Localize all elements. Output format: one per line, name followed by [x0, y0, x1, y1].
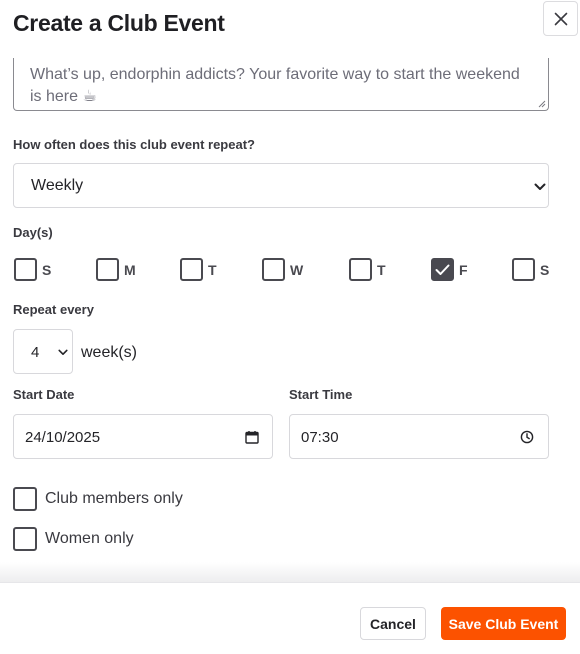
day-letter: F — [459, 261, 468, 278]
start-time-value: 07:30 — [301, 429, 339, 446]
day-letter: S — [540, 261, 550, 278]
repeat-unit: week(s) — [81, 344, 138, 361]
days-label: Day(s) — [13, 225, 53, 240]
repeat-every-value: 4 — [31, 344, 40, 361]
checkmark-icon — [435, 264, 450, 275]
modal-title: Create a Club Event — [13, 10, 225, 36]
chevron-down-icon — [534, 183, 546, 190]
day-checkbox-saturday[interactable]: S — [512, 258, 549, 281]
close-button[interactable] — [543, 1, 578, 36]
checkbox[interactable] — [13, 527, 37, 551]
cancel-button[interactable]: Cancel — [360, 607, 426, 640]
day-checkbox-tuesday[interactable]: T — [180, 258, 217, 281]
checkbox[interactable] — [349, 258, 372, 281]
day-checkbox-thursday[interactable]: T — [349, 258, 386, 281]
repeat-every-select[interactable]: 4 — [13, 329, 73, 374]
repeat-every-label: Repeat every — [13, 302, 94, 317]
repeat-label: How often does this club event repeat? — [13, 137, 255, 152]
day-checkbox-monday[interactable]: M — [96, 258, 136, 281]
day-letter: W — [290, 261, 304, 278]
repeat-select[interactable]: Weekly — [13, 163, 549, 208]
day-checkbox-wednesday[interactable]: W — [262, 258, 303, 281]
clock-icon[interactable] — [520, 430, 534, 444]
day-letter: S — [42, 261, 52, 278]
save-club-event-button[interactable]: Save Club Event — [441, 607, 566, 640]
checkbox[interactable] — [512, 258, 535, 281]
calendar-icon[interactable] — [245, 430, 259, 444]
day-letter: T — [377, 261, 386, 278]
start-date-value: 24/10/2025 — [25, 429, 101, 446]
description-placeholder: What’s up, endorphin addicts? Your favor… — [30, 66, 520, 105]
chevron-down-icon — [58, 349, 68, 355]
resize-grip-icon[interactable] — [538, 100, 546, 108]
start-time-input[interactable]: 07:30 — [289, 414, 549, 459]
footer-shadow — [0, 562, 580, 582]
checkbox-checked[interactable] — [431, 258, 454, 281]
day-letter: T — [208, 261, 217, 278]
option-label: Club members only — [45, 490, 183, 507]
day-checkbox-sunday[interactable]: S — [14, 258, 51, 281]
checkbox[interactable] — [13, 487, 37, 511]
women-only-option[interactable]: Women only — [13, 527, 134, 551]
start-date-label: Start Date — [13, 387, 75, 402]
day-checkbox-friday[interactable]: F — [431, 258, 468, 281]
description-textarea[interactable]: What’s up, endorphin addicts? Your favor… — [13, 58, 549, 111]
day-letter: M — [124, 261, 136, 278]
option-label: Women only — [45, 530, 134, 547]
start-date-input[interactable]: 24/10/2025 — [13, 414, 273, 459]
close-icon — [554, 12, 567, 25]
checkbox[interactable] — [14, 258, 37, 281]
club-members-only-option[interactable]: Club members only — [13, 487, 183, 511]
start-time-label: Start Time — [289, 387, 353, 402]
checkbox[interactable] — [180, 258, 203, 281]
checkbox[interactable] — [262, 258, 285, 281]
checkbox[interactable] — [96, 258, 119, 281]
repeat-select-value: Weekly — [31, 177, 84, 194]
